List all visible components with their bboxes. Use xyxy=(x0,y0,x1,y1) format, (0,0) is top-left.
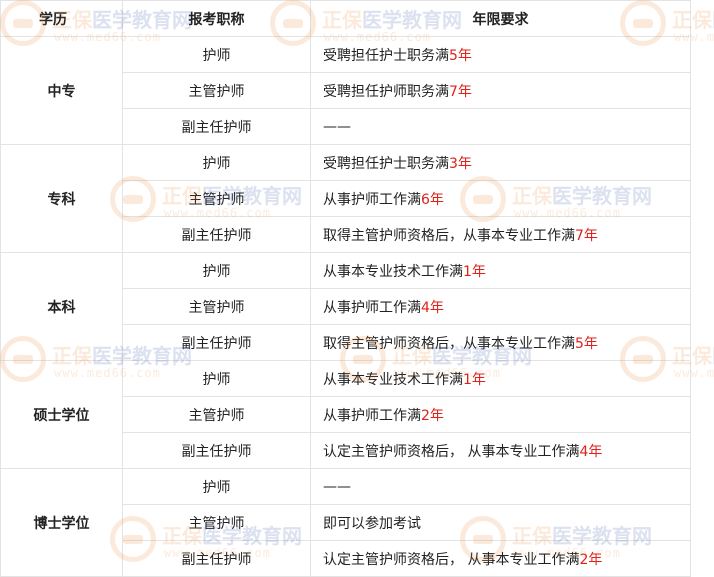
requirement-cell: 从事本专业技术工作满1年 xyxy=(310,252,691,289)
title-cell: 主管护师 xyxy=(122,396,311,433)
requirement-cell: 从事护师工作满4年 xyxy=(310,288,691,325)
requirement-cell: 取得主管护师资格后，从事本专业工作满5年 xyxy=(310,324,691,361)
requirement-cell: 从事本专业技术工作满1年 xyxy=(310,360,691,397)
requirement-cell: —— xyxy=(310,468,691,505)
requirement-text: 认定主管护师资格后， 从事本专业工作满 xyxy=(323,443,580,460)
header-title: 报考职称 xyxy=(122,0,311,37)
requirement-cell: 即可以参加考试 xyxy=(310,504,691,541)
requirement-text: 从事本专业技术工作满 xyxy=(323,263,463,280)
requirement-text: —— xyxy=(323,118,351,135)
header-row: 学历 报考职称 年限要求 xyxy=(0,0,691,37)
education-cell: 硕士学位 xyxy=(0,360,123,469)
title-cell: 主管护师 xyxy=(122,72,311,109)
requirement-cell: 受聘担任护士职务满3年 xyxy=(310,144,691,181)
header-education: 学历 xyxy=(0,0,123,37)
title-cell: 护师 xyxy=(122,360,311,397)
table-body: 中专 护师 受聘担任护士职务满5年 主管护师 受聘担任护师职务满7年 副主任护师 —— 专科护… xyxy=(0,36,691,577)
requirement-text: 从事护师工作满 xyxy=(323,191,421,208)
title-cell: 护师 xyxy=(122,252,311,289)
requirement-text: 取得主管护师资格后，从事本专业工作满 xyxy=(323,227,575,244)
requirement-text: 即可以参加考试 xyxy=(323,515,421,532)
requirement-cell: 取得主管护师资格后，从事本专业工作满7年 xyxy=(310,216,691,253)
requirement-cell: 受聘担任护士职务满5年 xyxy=(310,36,691,73)
requirement-cell: 受聘担任护师职务满7年 xyxy=(310,72,691,109)
education-cell: 本科 xyxy=(0,252,123,361)
requirement-cell: —— xyxy=(310,108,691,145)
requirement-text: 受聘担任护师职务满 xyxy=(323,83,449,100)
requirement-years: 4年 xyxy=(421,299,444,316)
requirement-years: 2年 xyxy=(579,551,603,568)
requirement-text: 取得主管护师资格后，从事本专业工作满 xyxy=(323,335,575,352)
title-cell: 副主任护师 xyxy=(122,324,311,361)
requirement-years: 6年 xyxy=(421,191,444,208)
requirement-years: 5年 xyxy=(575,335,598,352)
title-cell: 副主任护师 xyxy=(122,432,311,469)
title-cell: 副主任护师 xyxy=(122,216,311,253)
requirement-text: 从事护师工作满 xyxy=(323,299,421,316)
requirement-cell: 认定主管护师资格后， 从事本专业工作满2年 xyxy=(310,540,691,577)
requirement-years: 3年 xyxy=(449,155,472,172)
title-cell: 主管护师 xyxy=(122,288,311,325)
header-requirement: 年限要求 xyxy=(310,0,691,37)
requirement-text: 认定主管护师资格后， 从事本专业工作满 xyxy=(323,551,580,568)
title-cell: 主管护师 xyxy=(122,180,311,217)
requirement-text: 从事本专业技术工作满 xyxy=(323,371,463,388)
requirement-years: 1年 xyxy=(463,263,486,280)
requirement-years: 7年 xyxy=(449,83,472,100)
requirement-cell: 认定主管护师资格后， 从事本专业工作满4年 xyxy=(310,432,691,469)
requirement-years: 5年 xyxy=(449,47,472,64)
table-row: 中专 护师 受聘担任护士职务满5年 xyxy=(0,36,691,145)
education-cell: 中专 xyxy=(0,36,123,145)
title-cell: 护师 xyxy=(122,144,311,181)
requirement-text: 受聘担任护士职务满 xyxy=(323,155,449,172)
requirement-text: 从事护师工作满 xyxy=(323,407,421,424)
table-row: 本科 护师 从事本专业技术工作满1年 xyxy=(0,252,691,361)
requirement-years: 7年 xyxy=(575,227,598,244)
requirement-cell: 从事护师工作满2年 xyxy=(310,396,691,433)
education-cell: 专科 xyxy=(0,144,123,253)
title-cell: 副主任护师 xyxy=(122,540,311,577)
requirement-years: 1年 xyxy=(463,371,486,388)
table-row: 博士学位 护师 —— xyxy=(0,468,691,577)
title-cell: 护师 xyxy=(122,468,311,505)
requirement-cell: 从事护师工作满6年 xyxy=(310,180,691,217)
requirements-table: 学历 报考职称 年限要求 中专 护师 受聘担任护士职务满5年 主管护师 受聘担任护师职务… xyxy=(0,0,691,577)
table-row: 硕士学位 护师 从事本专业技术工作满1年 xyxy=(0,360,691,469)
title-cell: 护师 xyxy=(122,36,311,73)
requirement-text: 受聘担任护士职务满 xyxy=(323,47,449,64)
education-cell: 博士学位 xyxy=(0,468,123,577)
title-cell: 副主任护师 xyxy=(122,108,311,145)
requirement-text: —— xyxy=(323,478,351,495)
title-cell: 主管护师 xyxy=(122,504,311,541)
table-row: 专科 护师 受聘担任护士职务满3年 xyxy=(0,144,691,253)
requirement-years: 2年 xyxy=(421,407,444,424)
requirement-years: 4年 xyxy=(579,443,603,460)
